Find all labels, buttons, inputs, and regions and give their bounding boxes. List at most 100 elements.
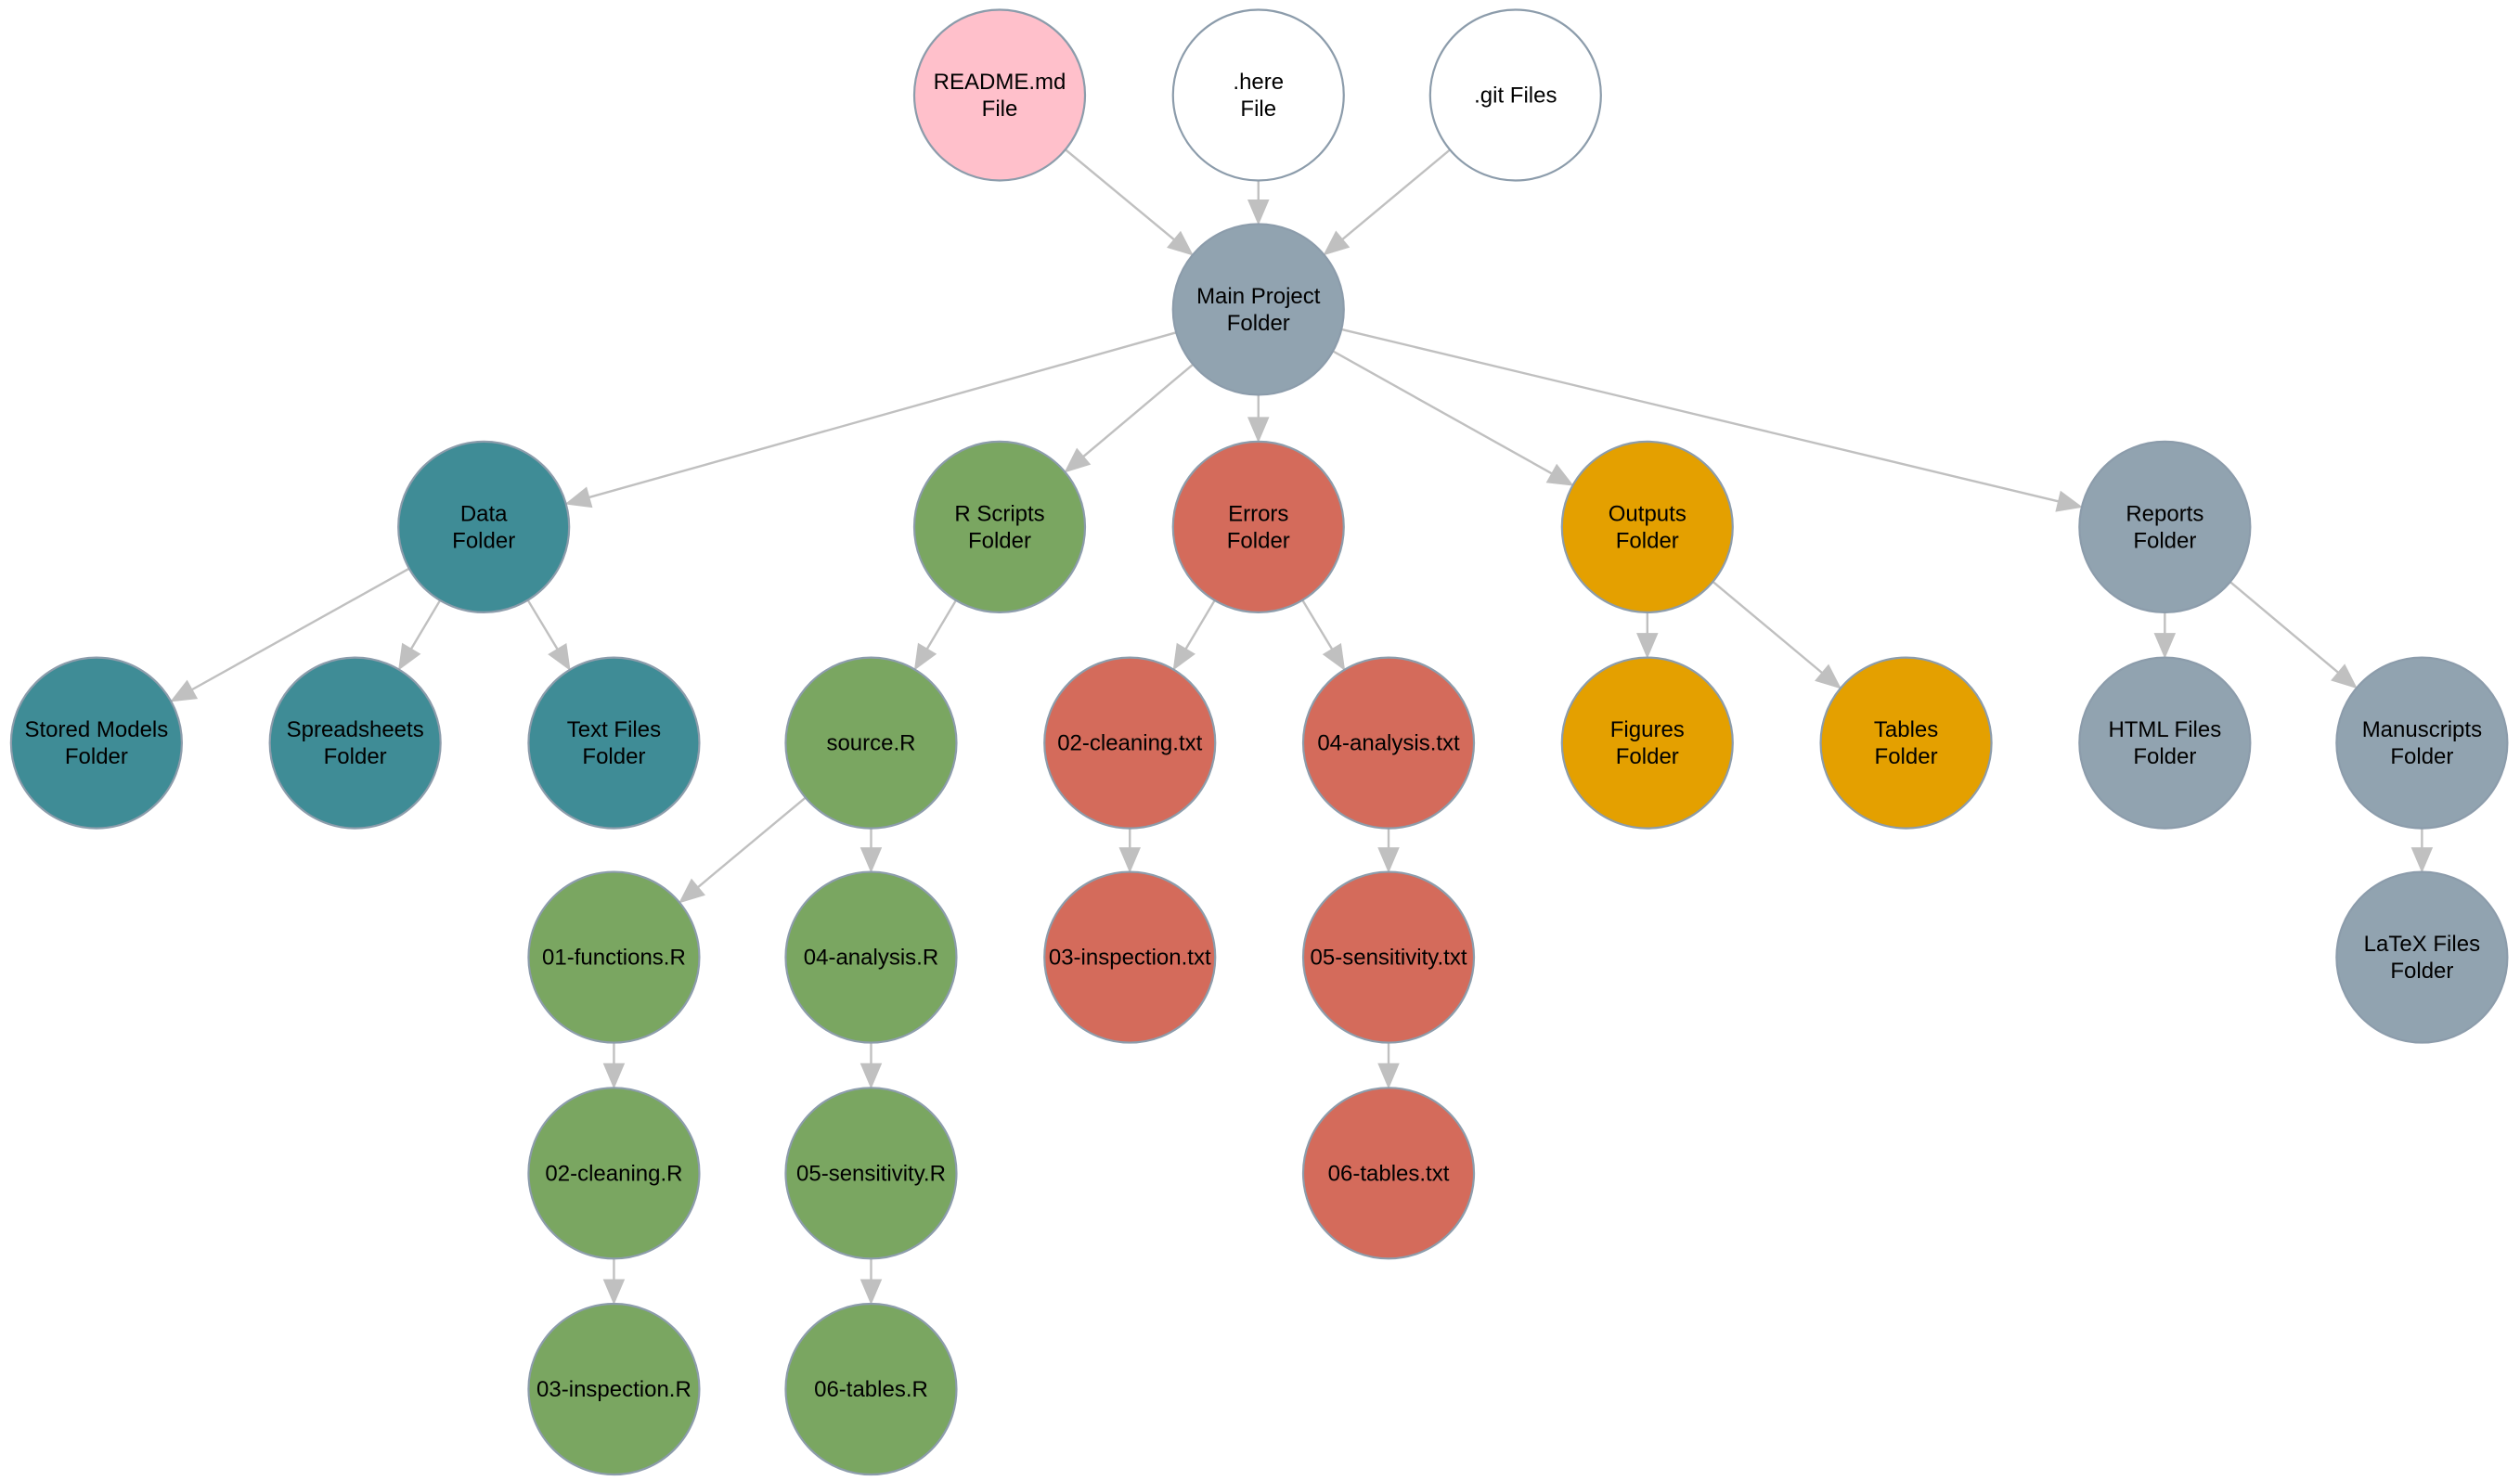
node-circle[interactable]	[9, 656, 183, 830]
edge-line	[2229, 581, 2339, 674]
node-textfiles[interactable]: Text FilesFolder	[527, 656, 701, 830]
node-circle[interactable]	[1171, 223, 1345, 396]
edge-main-to-outputs	[1332, 350, 1574, 486]
node-label: Reports	[2126, 501, 2203, 526]
arrowhead-icon	[2331, 663, 2358, 689]
node-label: R Scripts	[954, 501, 1044, 526]
node-label: Folder	[2133, 744, 2196, 769]
node-label: HTML Files	[2108, 717, 2221, 742]
node-errors[interactable]: ErrorsFolder	[1171, 440, 1345, 613]
arrowhead-icon	[602, 1062, 626, 1089]
node-label: 02-cleaning.R	[545, 1161, 682, 1186]
edge-r04-to-r05	[859, 1042, 883, 1089]
node-label: Folder	[2390, 744, 2453, 769]
arrowhead-icon	[1377, 1062, 1400, 1089]
node-html[interactable]: HTML FilesFolder	[2078, 656, 2252, 830]
node-r05[interactable]: 05-sensitivity.R	[784, 1087, 958, 1260]
node-circle[interactable]	[1560, 440, 1734, 613]
edge-main-to-data	[564, 331, 1177, 509]
node-reports[interactable]: ReportsFolder	[2078, 440, 2252, 613]
edge-line	[1341, 148, 1451, 240]
node-circle[interactable]	[397, 440, 571, 613]
node-label: Folder	[2390, 959, 2453, 984]
arrowhead-icon	[1322, 643, 1346, 671]
node-label: File	[982, 97, 1018, 122]
node-label: 04-analysis.R	[804, 946, 938, 971]
node-circle[interactable]	[527, 656, 701, 830]
node-circle[interactable]	[1819, 656, 1993, 830]
edge-source-to-r04	[859, 828, 883, 873]
node-circle[interactable]	[2078, 440, 2252, 613]
node-label: Folder	[1616, 528, 1679, 553]
arrowhead-icon	[1815, 663, 1842, 689]
node-label: 06-tables.txt	[1328, 1161, 1450, 1186]
node-label: Folder	[1875, 744, 1938, 769]
node-label: 04-analysis.txt	[1317, 731, 1460, 756]
node-git[interactable]: .git Files	[1428, 8, 1602, 182]
arrowhead-icon	[678, 878, 705, 904]
node-label: Stored Models	[25, 717, 169, 742]
node-label: Main Project	[1196, 284, 1321, 309]
edge-err04-to-err05	[1377, 828, 1400, 873]
node-label: Tables	[1874, 717, 1938, 742]
node-label: 05-sensitivity.txt	[1311, 946, 1467, 971]
node-r06[interactable]: 06-tables.R	[784, 1302, 958, 1476]
edge-reports-to-html	[2153, 612, 2177, 659]
node-here[interactable]: .hereFile	[1171, 8, 1345, 182]
node-spreadsheets[interactable]: SpreadsheetsFolder	[268, 656, 442, 830]
node-r02[interactable]: 02-cleaning.R	[527, 1087, 701, 1260]
node-circle[interactable]	[912, 440, 1087, 613]
node-figures[interactable]: FiguresFolder	[1560, 656, 1734, 830]
edge-line	[1065, 148, 1175, 241]
node-circle[interactable]	[912, 8, 1087, 182]
arrowhead-icon	[1377, 847, 1400, 873]
edge-err02-to-err03	[1118, 828, 1142, 873]
node-readme[interactable]: README.mdFile	[912, 8, 1087, 182]
node-r01[interactable]: 01-functions.R	[527, 870, 701, 1044]
node-r03[interactable]: 03-inspection.R	[527, 1302, 701, 1476]
node-outputs[interactable]: OutputsFolder	[1560, 440, 1734, 613]
node-label: Folder	[968, 528, 1031, 553]
node-circle[interactable]	[2335, 870, 2509, 1044]
edge-line	[588, 331, 1177, 499]
node-label: Outputs	[1609, 501, 1686, 526]
node-data[interactable]: DataFolder	[397, 440, 571, 613]
node-circle[interactable]	[2335, 656, 2509, 830]
node-latex[interactable]: LaTeX FilesFolder	[2335, 870, 2509, 1044]
edge-rscripts-to-source	[913, 599, 957, 671]
node-err04[interactable]: 04-analysis.txt	[1301, 656, 1476, 830]
arrowhead-icon	[564, 486, 593, 509]
node-circle[interactable]	[1171, 440, 1345, 613]
node-manuscripts[interactable]: ManuscriptsFolder	[2335, 656, 2509, 830]
arrowhead-icon	[2153, 633, 2177, 659]
arrowhead-icon	[1247, 199, 1270, 225]
node-err05[interactable]: 05-sensitivity.txt	[1301, 870, 1476, 1044]
edge-line	[526, 599, 559, 650]
node-rscripts[interactable]: R ScriptsFolder	[912, 440, 1087, 613]
node-err03[interactable]: 03-inspection.txt	[1043, 870, 1217, 1044]
node-tables[interactable]: TablesFolder	[1819, 656, 1993, 830]
arrowhead-icon	[859, 1279, 883, 1306]
node-r04[interactable]: 04-analysis.R	[784, 870, 958, 1044]
arrowhead-icon	[548, 643, 571, 671]
node-label: 01-functions.R	[542, 946, 686, 971]
arrowhead-icon	[1064, 447, 1092, 473]
node-err06[interactable]: 06-tables.txt	[1301, 1087, 1476, 1260]
node-source[interactable]: source.R	[784, 656, 958, 830]
arrowhead-icon	[1323, 230, 1350, 256]
node-circle[interactable]	[1560, 656, 1734, 830]
edge-line	[1082, 363, 1195, 457]
node-err02[interactable]: 02-cleaning.txt	[1043, 656, 1217, 830]
edge-reports-to-manuscripts	[2229, 581, 2358, 689]
arrowhead-icon	[859, 1062, 883, 1089]
edge-errors-to-err04	[1301, 599, 1346, 671]
node-stored[interactable]: Stored ModelsFolder	[9, 656, 183, 830]
node-circle[interactable]	[1171, 8, 1345, 182]
node-label: 06-tables.R	[814, 1377, 928, 1402]
node-circle[interactable]	[268, 656, 442, 830]
node-label: Errors	[1228, 501, 1288, 526]
node-circle[interactable]	[2078, 656, 2252, 830]
node-main[interactable]: Main ProjectFolder	[1171, 223, 1345, 396]
node-label: Data	[460, 501, 508, 526]
edge-main-to-rscripts	[1064, 363, 1195, 473]
